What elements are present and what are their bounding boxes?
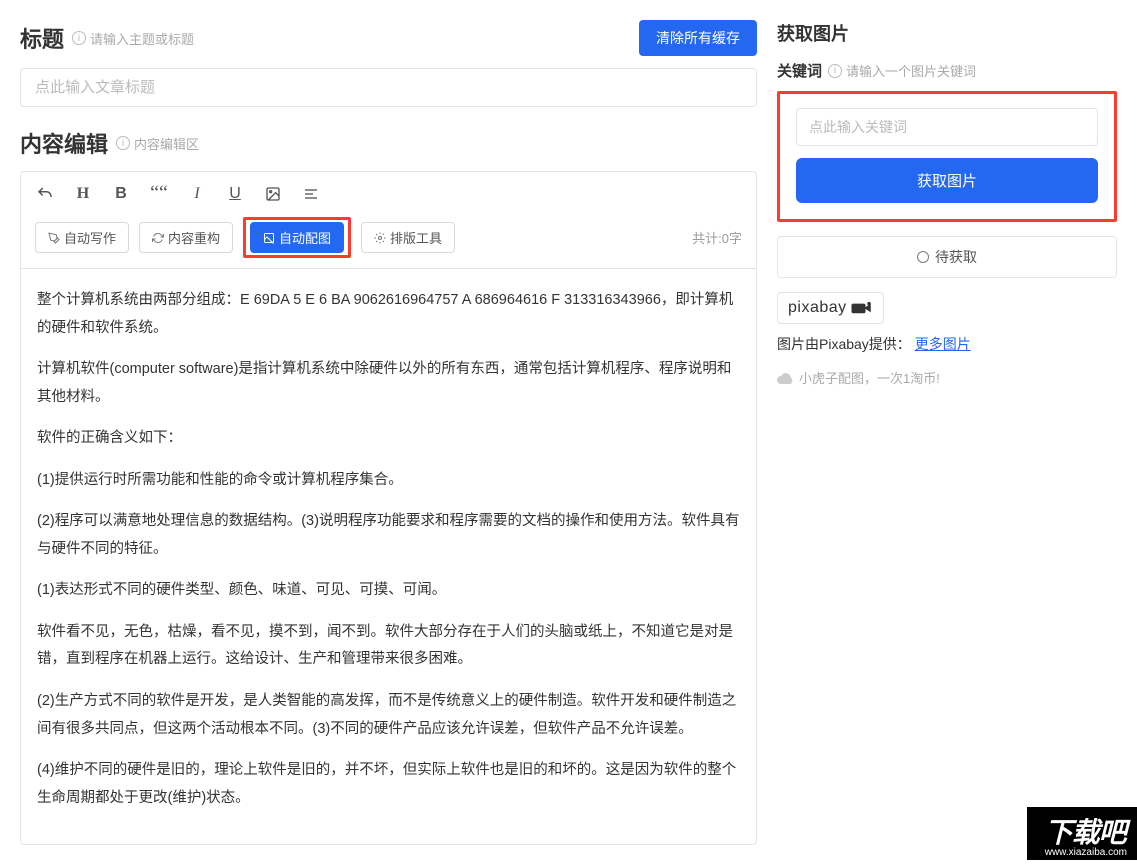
title-hint: i 请输入主题或标题	[72, 29, 194, 48]
pixabay-badge: pixabay	[777, 292, 884, 324]
sidebar: 获取图片 关键词 i 请输入一个图片关键词 获取图片 待获取 pixabay	[777, 20, 1117, 845]
underline-icon[interactable]: U	[225, 185, 245, 203]
cloud-icon	[777, 372, 793, 384]
info-icon: i	[828, 64, 842, 78]
paragraph: 软件的正确含义如下：	[37, 425, 740, 453]
paragraph: 整个计算机系统由两部分组成：E 69DA 5 E 6 BA 9062616964…	[37, 287, 740, 342]
content-heading: 内容编辑	[20, 127, 108, 159]
quote-icon[interactable]: ““	[149, 182, 169, 205]
camera-icon	[851, 301, 873, 315]
auto-write-button[interactable]: 自动写作	[35, 222, 129, 253]
word-count: 共计:0字	[692, 228, 742, 247]
title-heading: 标题	[20, 22, 64, 54]
align-left-icon[interactable]	[301, 186, 321, 202]
keyword-input[interactable]	[796, 108, 1098, 146]
paragraph: (1)提供运行时所需功能和性能的命令或计算机程序集合。	[37, 467, 740, 495]
auto-image-button[interactable]: 自动配图	[250, 222, 344, 253]
restructure-button[interactable]: 内容重构	[139, 222, 233, 253]
more-images-link[interactable]: 更多图片	[915, 336, 971, 352]
paragraph: (2)生产方式不同的软件是开发，是人类智能的高发挥，而不是传统意义上的硬件制造。…	[37, 688, 740, 743]
info-icon: i	[116, 136, 130, 150]
paragraph: (1)表达形式不同的硬件类型、颜色、味道、可见、可摸、可闻。	[37, 577, 740, 605]
title-header: 标题 i 请输入主题或标题 清除所有缓存	[20, 20, 757, 56]
keyword-highlight-box: 获取图片	[777, 91, 1117, 222]
watermark: 下载吧 www.xiazaiba.com	[1027, 807, 1137, 860]
auto-image-highlight: 自动配图	[243, 217, 351, 258]
editor-toolbar: H B ““ I U 自动写作 内容重构	[20, 171, 757, 269]
heading-icon[interactable]: H	[73, 185, 93, 203]
paragraph: 计算机软件(computer software)是指计算机系统中除硬件以外的所有…	[37, 356, 740, 411]
italic-icon[interactable]: I	[187, 185, 207, 203]
undo-icon[interactable]	[35, 185, 55, 203]
action-row: 自动写作 内容重构 自动配图 排版工具 共计:0字	[35, 217, 742, 258]
pending-button[interactable]: 待获取	[777, 236, 1117, 278]
fetch-image-button[interactable]: 获取图片	[796, 158, 1098, 203]
keyword-hint: i 请输入一个图片关键词	[828, 61, 976, 80]
layout-tool-button[interactable]: 排版工具	[361, 222, 455, 253]
keyword-label: 关键词	[777, 60, 822, 81]
article-title-input[interactable]	[20, 68, 757, 107]
main-panel: 标题 i 请输入主题或标题 清除所有缓存 内容编辑 i 内容编辑区 H	[20, 20, 757, 845]
fetch-heading: 获取图片	[777, 20, 1117, 46]
bold-icon[interactable]: B	[111, 185, 131, 203]
format-row: H B ““ I U	[35, 182, 742, 205]
clear-cache-button[interactable]: 清除所有缓存	[639, 20, 757, 56]
provider-row: 图片由Pixabay提供： 更多图片	[777, 334, 1117, 354]
paragraph: 软件看不见，无色，枯燥，看不见，摸不到，闻不到。软件大部分存在于人们的头脑或纸上…	[37, 619, 740, 674]
paragraph: (2)程序可以满意地处理信息的数据结构。(3)说明程序功能要求和程序需要的文档的…	[37, 508, 740, 563]
editor-body[interactable]: 整个计算机系统由两部分组成：E 69DA 5 E 6 BA 9062616964…	[20, 269, 757, 845]
paragraph: (4)维护不同的硬件是旧的，理论上软件是旧的，并不坏，但实际上软件也是旧的和坏的…	[37, 757, 740, 812]
cloud-row: 小虎子配图，一次1淘币!	[777, 368, 1117, 387]
info-icon: i	[72, 31, 86, 45]
content-hint: i 内容编辑区	[116, 134, 199, 153]
circle-icon	[917, 251, 929, 263]
image-icon[interactable]	[263, 186, 283, 202]
